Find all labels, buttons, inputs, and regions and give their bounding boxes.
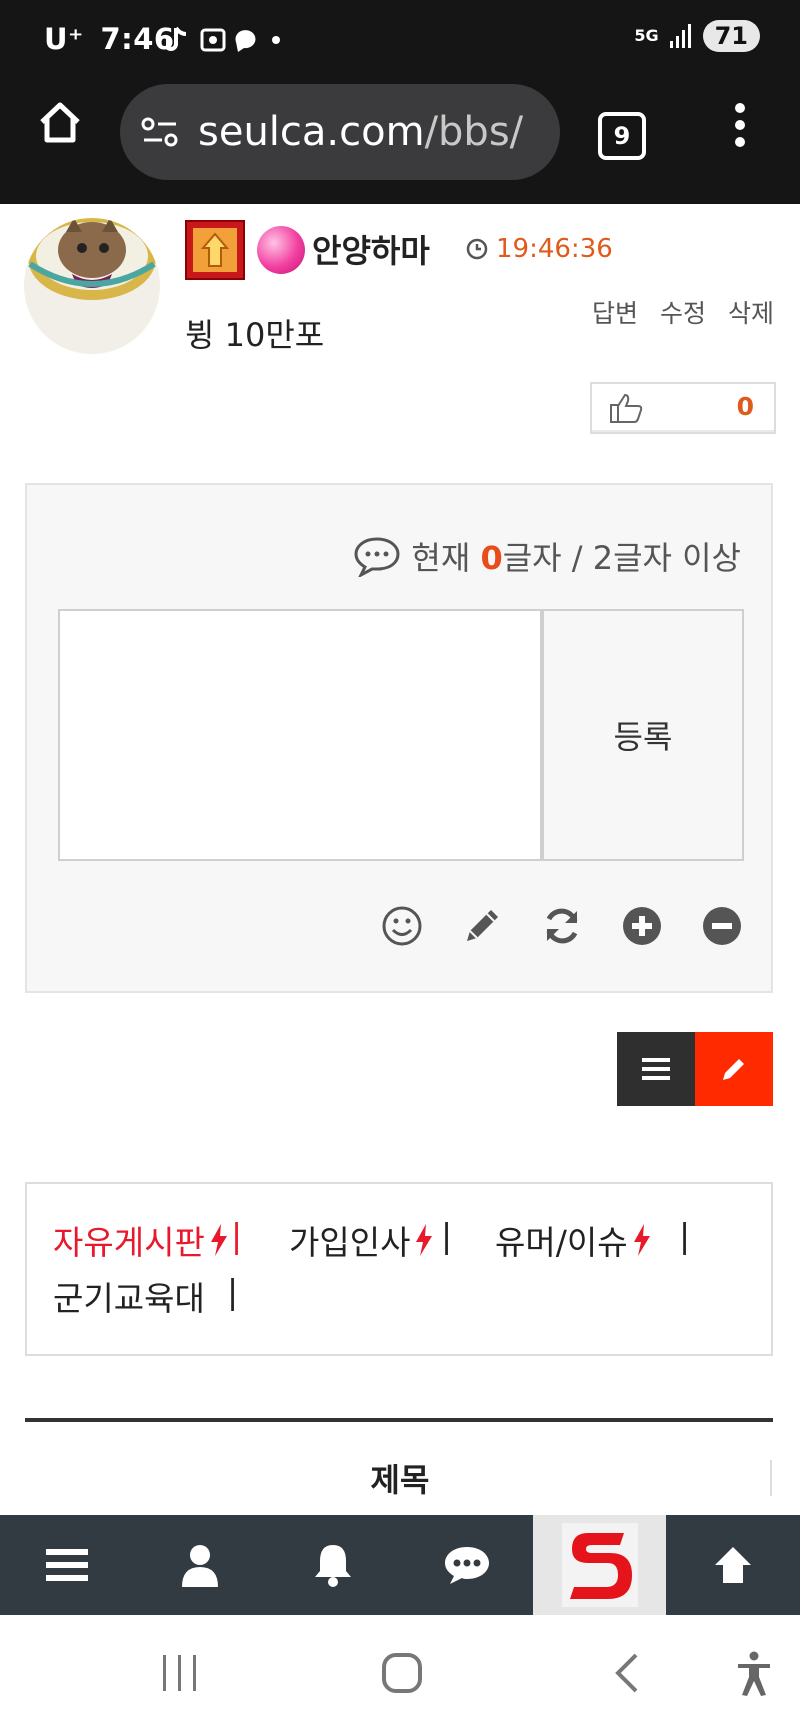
lightning-icon xyxy=(210,1224,227,1256)
emoticon-button[interactable] xyxy=(381,905,423,947)
pencil-icon xyxy=(723,1059,744,1080)
column-header-title: 제목 xyxy=(370,1461,430,1499)
status-time: 7:46 xyxy=(100,22,175,56)
board-link-discipline[interactable]: 군기교육대 xyxy=(53,1272,205,1320)
edit-link[interactable]: 수정 xyxy=(660,294,706,330)
url-domain: seulca.com xyxy=(198,109,425,155)
recent-apps-icon[interactable] xyxy=(160,1651,200,1695)
counter-value: 0 xyxy=(480,539,503,577)
comment-form: 현재 0글자 / 2글자 이상 등록 xyxy=(25,483,773,993)
separator: | xyxy=(231,1216,243,1255)
carrier-label: U⁺ 7:46 xyxy=(44,22,175,56)
list-divider xyxy=(25,1418,773,1422)
accessibility-icon[interactable] xyxy=(736,1651,772,1697)
board-label: 자유게시판 xyxy=(53,1223,205,1262)
board-label: 군기교육대 xyxy=(53,1279,205,1318)
network-label: 5G xyxy=(634,26,659,45)
comment-submit-button[interactable]: 등록 xyxy=(542,609,744,861)
post-actions: 답변 수정 삭제 xyxy=(592,294,774,330)
status-bar: U⁺ 7:46 5G 71 xyxy=(0,0,800,76)
list-button[interactable] xyxy=(617,1032,695,1106)
chat-bubble-icon xyxy=(444,1547,489,1584)
notification-icons xyxy=(164,22,286,63)
author-name[interactable]: 안양하마 xyxy=(312,226,430,272)
expand-button[interactable] xyxy=(621,905,663,947)
list-icon xyxy=(642,1058,670,1080)
cat-avatar-image xyxy=(28,218,156,300)
post-content: 뷩 10만포 xyxy=(185,316,325,354)
carrier-text: U⁺ xyxy=(44,22,84,56)
more-options-icon[interactable] xyxy=(730,102,750,148)
board-link-greetings[interactable]: 가입인사 xyxy=(289,1216,434,1264)
level-badge-icon xyxy=(185,220,245,280)
site-settings-icon[interactable] xyxy=(140,115,180,149)
chat-button[interactable] xyxy=(400,1515,533,1615)
thumbs-up-icon xyxy=(610,393,643,423)
notifications-button[interactable] xyxy=(267,1515,400,1615)
board-link-free[interactable]: 자유게시판 xyxy=(53,1216,229,1264)
url-text: seulca.com/bbs/ xyxy=(198,109,523,155)
char-counter: 현재 0글자 / 2글자 이상 xyxy=(353,533,741,579)
reply-link[interactable]: 답변 xyxy=(592,294,638,330)
user-icon xyxy=(181,1545,218,1587)
speech-bubble-icon xyxy=(354,537,400,577)
write-button[interactable] xyxy=(695,1032,773,1106)
site-logo-icon xyxy=(561,1523,638,1607)
column-separator xyxy=(770,1460,772,1496)
hamburger-icon xyxy=(45,1549,88,1581)
counter-prefix: 현재 xyxy=(411,539,481,577)
smile-icon xyxy=(382,906,422,946)
counter-suffix: 글자 / 2글자 이상 xyxy=(502,539,741,577)
post-time: 19:46:36 xyxy=(466,234,613,264)
plus-circle-icon xyxy=(623,907,661,945)
site-bottom-bar xyxy=(0,1515,800,1615)
signal-icon xyxy=(669,24,691,48)
refresh-button[interactable] xyxy=(541,905,583,947)
avatar xyxy=(24,218,160,354)
lightning-icon xyxy=(416,1224,433,1256)
bell-icon xyxy=(315,1545,352,1587)
menu-button[interactable] xyxy=(0,1515,133,1615)
system-status: 5G 71 xyxy=(634,20,760,52)
scroll-top-button[interactable] xyxy=(666,1515,799,1615)
network-icon: 5G xyxy=(634,26,659,45)
pencil-icon xyxy=(467,910,498,941)
board-label: 가입인사 xyxy=(289,1223,411,1262)
clock-icon xyxy=(466,238,488,260)
arrow-up-icon xyxy=(715,1547,752,1583)
separator: | xyxy=(679,1216,691,1255)
browser-toolbar: seulca.com/bbs/ 9 xyxy=(0,76,800,204)
post-time-text: 19:46:36 xyxy=(496,234,613,264)
member-grade-icon xyxy=(257,226,305,274)
edit-tool-button[interactable] xyxy=(461,905,503,947)
tab-switcher-button[interactable]: 9 xyxy=(598,112,646,160)
back-icon[interactable] xyxy=(612,1651,642,1695)
comment-textarea[interactable] xyxy=(58,609,542,861)
board-link-humor[interactable]: 유머/이슈 xyxy=(495,1216,652,1264)
like-button[interactable]: 0 xyxy=(590,382,776,434)
url-path: /bbs/ xyxy=(424,109,524,155)
separator: | xyxy=(227,1272,239,1311)
separator: | xyxy=(441,1216,453,1255)
lightning-icon xyxy=(633,1224,650,1256)
refresh-icon xyxy=(546,908,578,944)
battery-badge: 71 xyxy=(702,20,760,52)
address-bar[interactable]: seulca.com/bbs/ xyxy=(120,84,560,180)
minus-circle-icon xyxy=(703,907,741,945)
like-count: 0 xyxy=(736,392,754,421)
system-nav-bar xyxy=(0,1615,800,1734)
home-icon[interactable] xyxy=(36,98,84,146)
app-notification-icons xyxy=(164,26,280,52)
delete-link[interactable]: 삭제 xyxy=(728,294,774,330)
site-logo-button[interactable] xyxy=(533,1515,667,1615)
shrink-button[interactable] xyxy=(701,905,743,947)
char-counter-text: 현재 0글자 / 2글자 이상 xyxy=(411,533,741,579)
board-label: 유머/이슈 xyxy=(495,1223,628,1262)
profile-button[interactable] xyxy=(133,1515,266,1615)
board-links: 자유게시판 | 가입인사 | 유머/이슈 | 군기교육대 | xyxy=(25,1182,773,1356)
comment-tools xyxy=(381,905,743,947)
home-nav-icon[interactable] xyxy=(380,1651,424,1695)
